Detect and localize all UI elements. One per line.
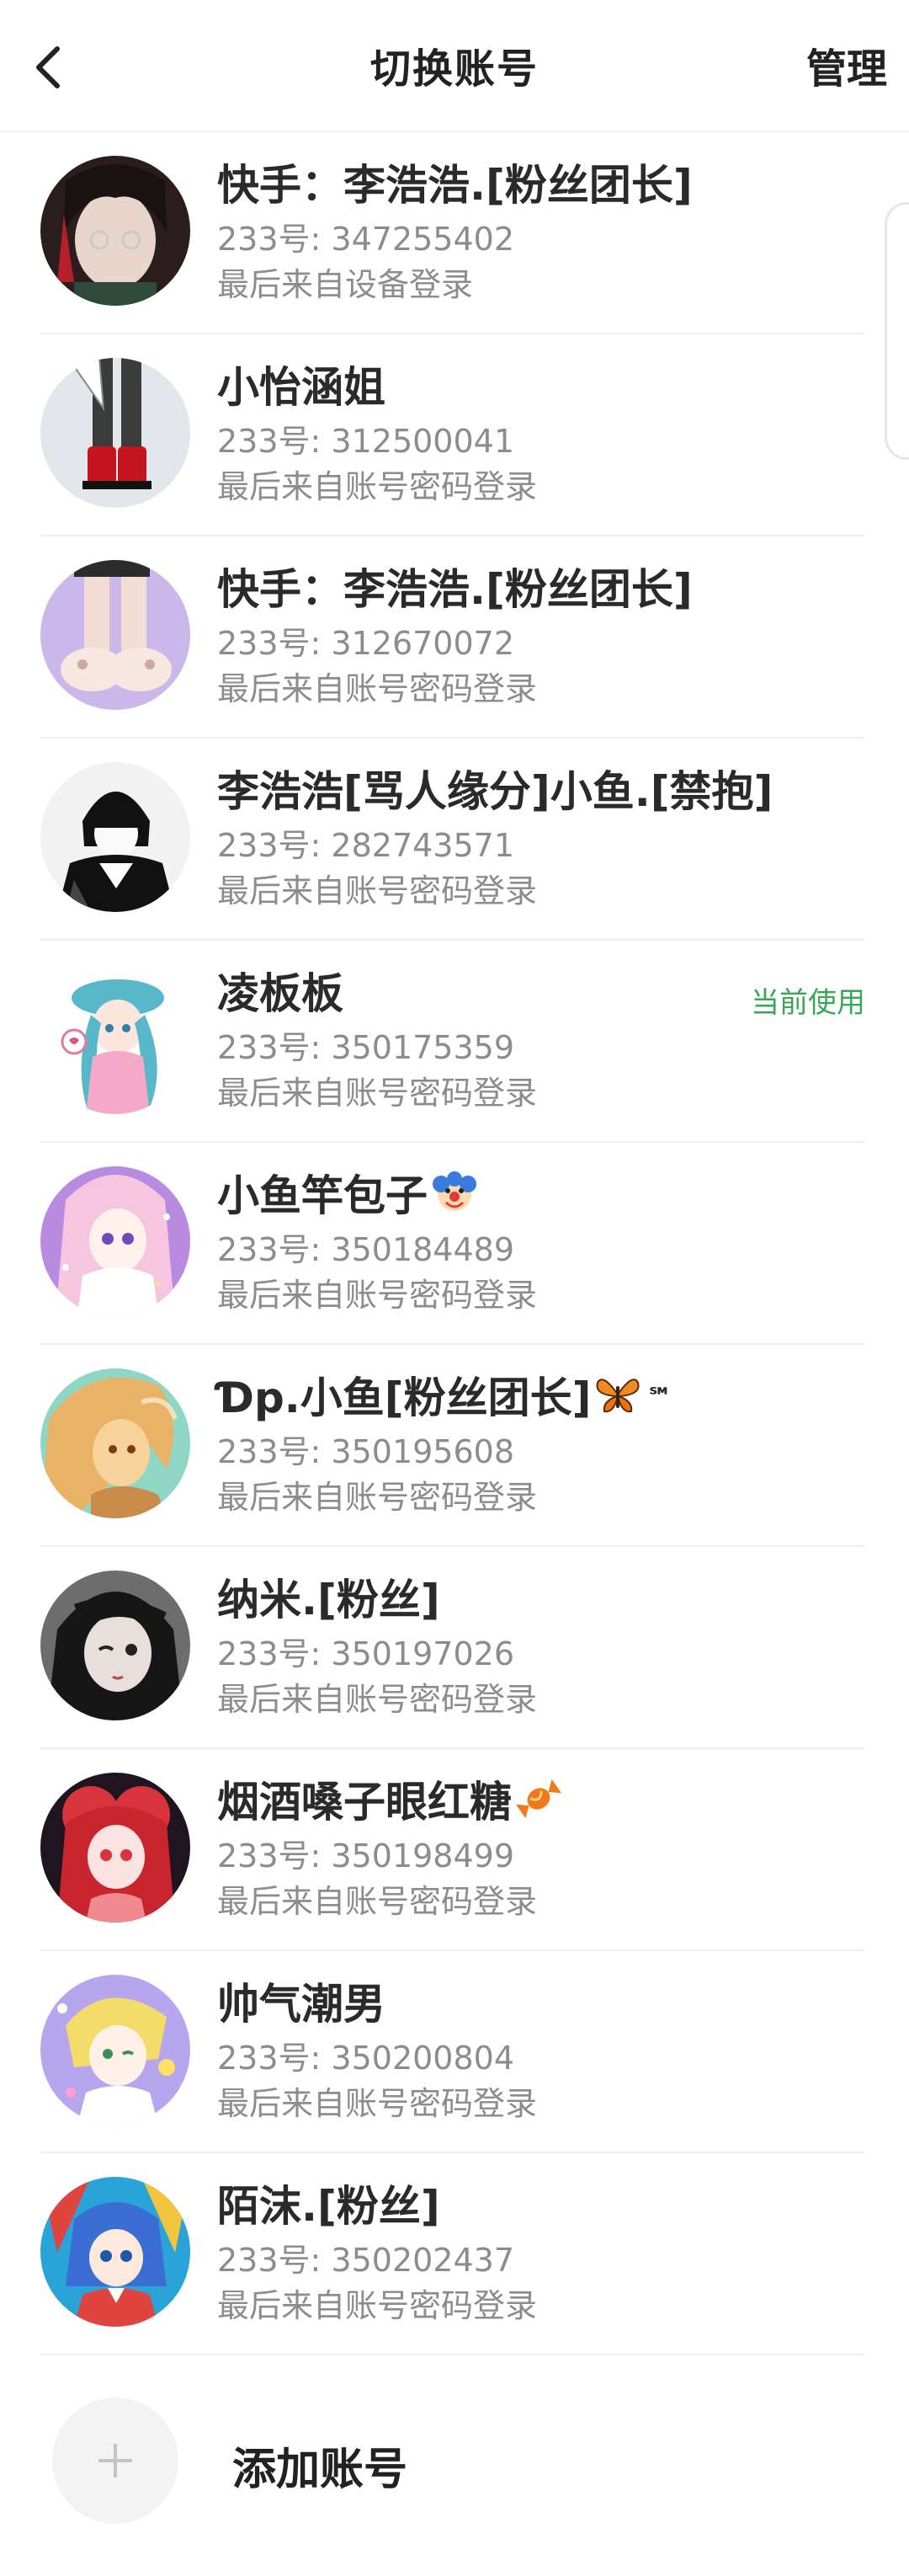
account-name: 李浩浩[骂人缘分]小鱼.[禁抱] — [217, 767, 773, 816]
last-login-method: 最后来自账号密码登录 — [217, 468, 538, 505]
account-row[interactable]: 陌沫.[粉丝] 233号: 350202437 最后来自账号密码登录 — [0, 2153, 909, 2355]
avatar — [40, 1975, 190, 2125]
current-account-badge: 当前使用 — [751, 986, 865, 1020]
add-account-button[interactable] — [52, 2397, 178, 2524]
account-id: 233号: 350198499 — [217, 1837, 515, 1875]
avatar — [40, 2177, 190, 2327]
account-id: 233号: 350200804 — [217, 2040, 515, 2077]
butterfly-emoji-icon — [594, 1373, 641, 1430]
account-row[interactable]: Ɗp.小鱼[粉丝团长] ℠ 233号: 350195608 最后来自账号密码登录 — [0, 1345, 909, 1547]
account-name-text: 小鱼竿包子 — [217, 1171, 428, 1220]
last-login-method: 最后来自账号密码登录 — [217, 872, 538, 909]
account-list: 快手：李浩浩.[粉丝团长] 233号: 347255402 最后来自设备登录 小… — [0, 132, 909, 2355]
avatar — [40, 560, 190, 710]
last-login-method: 最后来自账号密码登录 — [217, 1479, 538, 1516]
clown-emoji-icon — [431, 1169, 478, 1229]
avatar — [40, 156, 190, 306]
account-row[interactable]: 帅气潮男 233号: 350200804 最后来自账号密码登录 — [0, 1951, 909, 2153]
avatar — [40, 1773, 190, 1923]
account-id: 233号: 350195608 — [217, 1433, 515, 1470]
account-name: Ɗp.小鱼[粉丝团长] ℠ — [217, 1370, 672, 1430]
avatar — [40, 1571, 190, 1720]
add-account-label: 添加账号 — [232, 2445, 408, 2495]
account-row[interactable]: 小怡涵姐 233号: 312500041 最后来自账号密码登录 — [0, 334, 909, 536]
account-id: 233号: 282743571 — [217, 827, 515, 864]
account-name: 小怡涵姐 — [217, 363, 385, 412]
account-row[interactable]: 小鱼竿包子 233号: 350184489 最后来自账号密码登录 — [0, 1143, 909, 1345]
account-row[interactable]: 快手：李浩浩.[粉丝团长] 233号: 312670072 最后来自账号密码登录 — [0, 536, 909, 739]
account-id: 233号: 350197026 — [217, 1635, 515, 1672]
account-row-current[interactable]: 凌板板 当前使用 233号: 350175359 最后来自账号密码登录 — [0, 941, 909, 1143]
last-login-method: 最后来自账号密码登录 — [217, 2085, 538, 2122]
account-name: 凌板板 — [217, 969, 343, 1018]
account-id: 233号: 312500041 — [217, 423, 515, 460]
account-name: 陌沫.[粉丝] — [217, 2182, 440, 2231]
last-login-method: 最后来自账号密码登录 — [217, 1075, 538, 1112]
account-row[interactable]: 李浩浩[骂人缘分]小鱼.[禁抱] 233号: 282743571 最后来自账号密… — [0, 739, 909, 941]
page-title: 切换账号 — [369, 45, 539, 93]
last-login-method: 最后来自账号密码登录 — [217, 670, 538, 707]
account-name-text: Ɗp.小鱼[粉丝团长] — [217, 1373, 592, 1422]
last-login-method: 最后来自设备登录 — [217, 266, 474, 303]
last-login-method: 最后来自账号密码登录 — [217, 1681, 538, 1718]
app-header: 切换账号 管理 — [0, 0, 909, 132]
account-id: 233号: 312670072 — [217, 625, 515, 662]
account-id: 233号: 347255402 — [217, 221, 515, 258]
account-name-suffix: ℠ — [646, 1383, 673, 1412]
plus-icon — [98, 2444, 132, 2477]
account-id: 233号: 350202437 — [217, 2242, 515, 2279]
last-login-method: 最后来自账号密码登录 — [217, 1277, 538, 1314]
avatar — [40, 358, 190, 508]
add-account-row[interactable]: 添加账号 — [0, 2355, 909, 2524]
account-name: 小鱼竿包子 — [217, 1168, 478, 1229]
account-name: 烟酒嗓子眼红糖 — [217, 1774, 562, 1836]
manage-button[interactable]: 管理 — [806, 35, 887, 94]
account-name: 快手：李浩浩.[粉丝团长] — [217, 565, 693, 614]
avatar — [40, 1166, 190, 1316]
last-login-method: 最后来自账号密码登录 — [217, 2287, 538, 2324]
account-id: 233号: 350184489 — [217, 1231, 515, 1268]
avatar — [40, 762, 190, 912]
account-name: 纳米.[粉丝] — [217, 1576, 440, 1624]
account-row[interactable]: 烟酒嗓子眼红糖 233号: 350198499 最后来自账号密码登录 — [0, 1749, 909, 1951]
candy-emoji-icon — [515, 1775, 562, 1836]
account-id: 233号: 350175359 — [217, 1029, 515, 1066]
avatar — [40, 964, 190, 1114]
account-row[interactable]: 纳米.[粉丝] 233号: 350197026 最后来自账号密码登录 — [0, 1547, 909, 1749]
last-login-method: 最后来自账号密码登录 — [217, 1883, 538, 1920]
account-row[interactable]: 快手：李浩浩.[粉丝团长] 233号: 347255402 最后来自设备登录 — [0, 132, 909, 334]
account-name: 快手：李浩浩.[粉丝团长] — [217, 161, 693, 210]
avatar — [40, 1368, 190, 1518]
account-name-text: 烟酒嗓子眼红糖 — [217, 1778, 512, 1827]
account-name: 帅气潮男 — [217, 1980, 385, 2029]
